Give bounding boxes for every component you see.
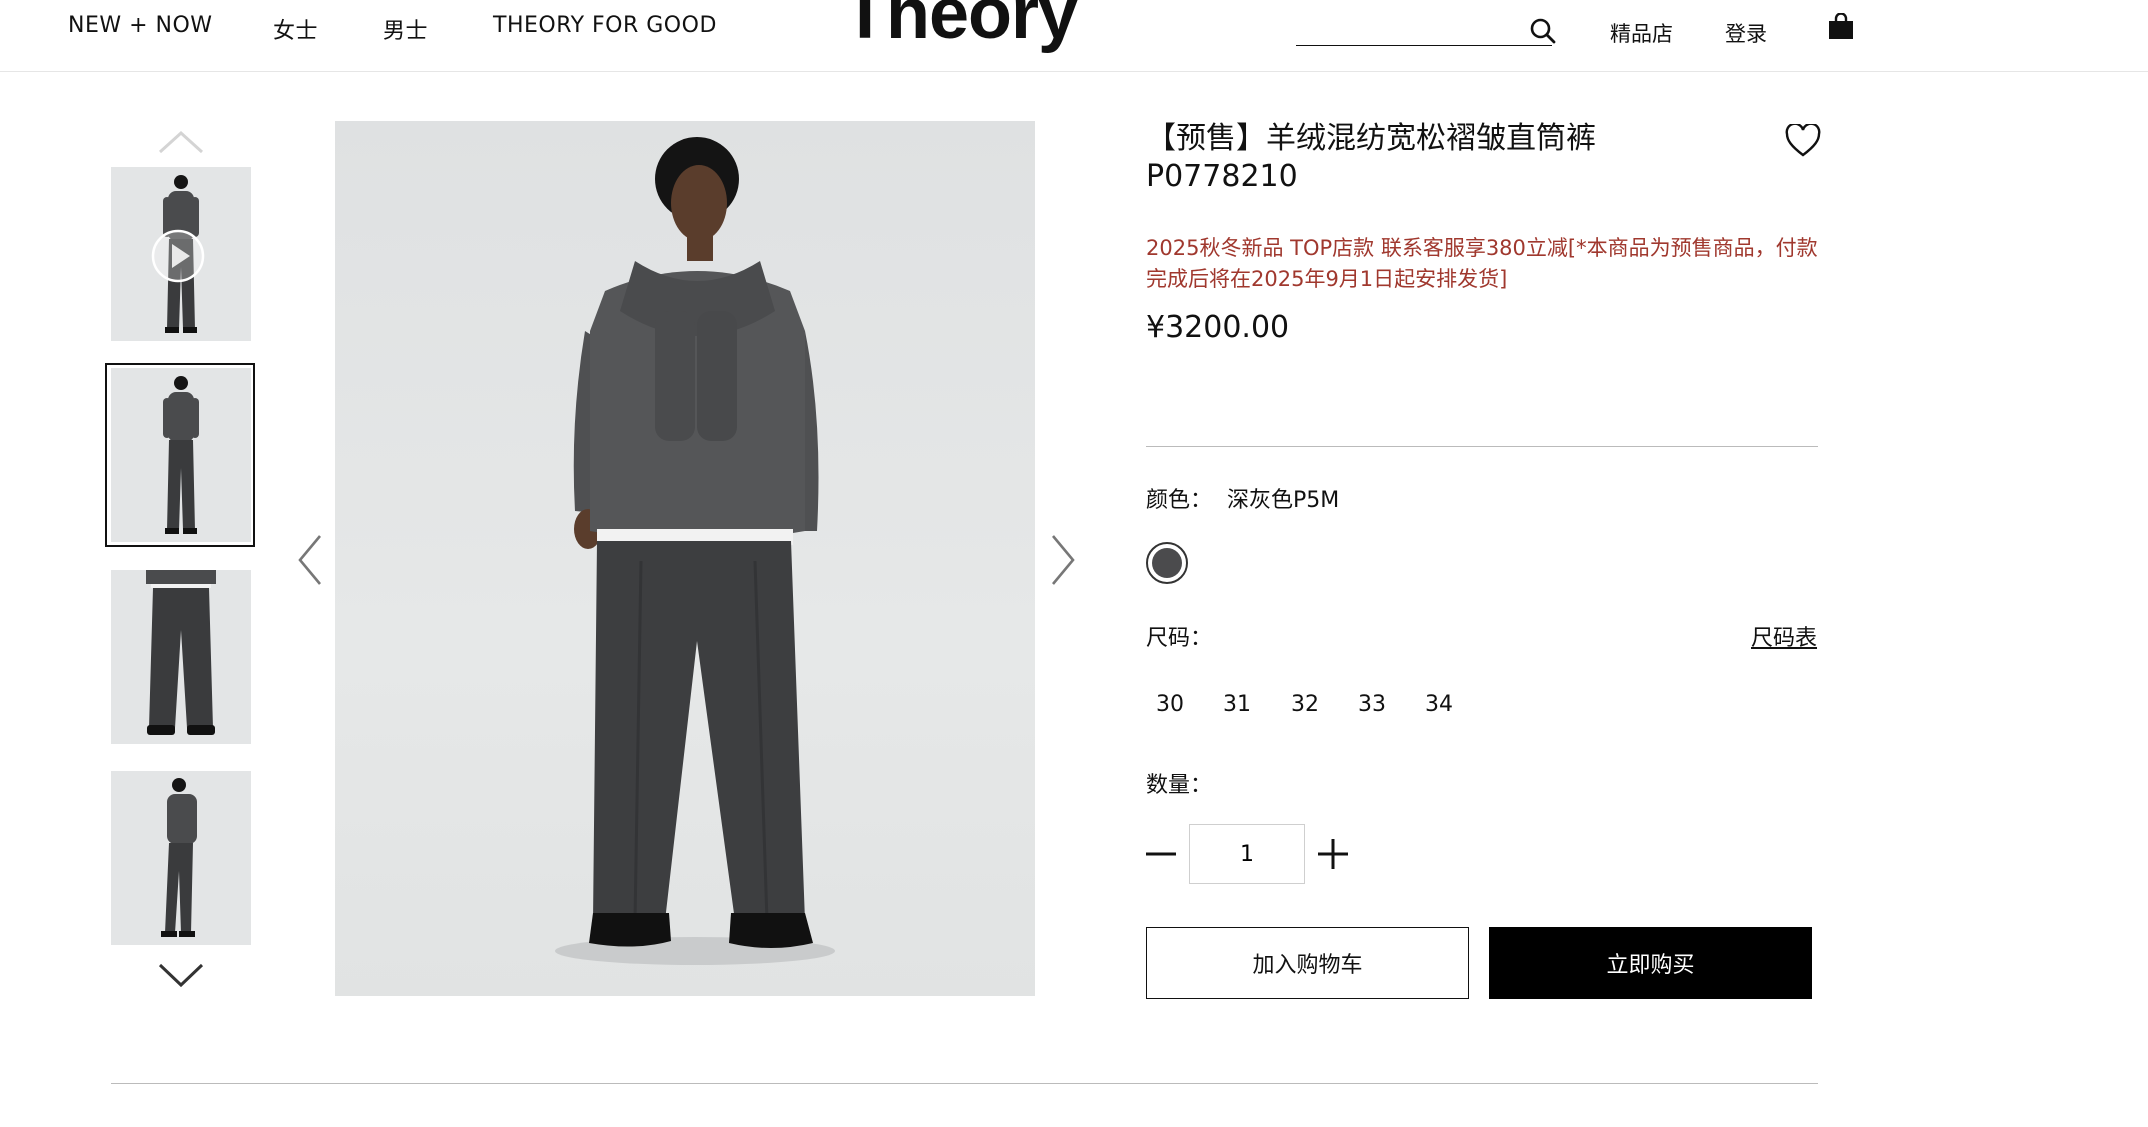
buy-now-button[interactable]: 立即购买 xyxy=(1489,927,1812,999)
trousers-detail-thumbnail xyxy=(146,570,216,735)
quantity-input[interactable] xyxy=(1189,824,1305,884)
shopping-bag-icon[interactable] xyxy=(1827,13,1855,41)
product-title: 【预售】羊绒混纺宽松褶皱直筒裤 xyxy=(1146,121,1596,156)
nav-men[interactable]: 男士 xyxy=(383,13,428,45)
quantity-decrease-icon[interactable] xyxy=(1143,836,1179,872)
divider xyxy=(1146,446,1818,447)
size-label: 尺码： xyxy=(1146,626,1213,651)
thumbnail-up-arrow-icon[interactable] xyxy=(157,126,205,156)
model-side-thumbnail xyxy=(161,778,197,937)
swatch-fill xyxy=(1152,548,1182,578)
size-option-33[interactable]: 33 xyxy=(1350,692,1394,717)
thumbnail-front[interactable] xyxy=(111,368,251,542)
size-option-34[interactable]: 34 xyxy=(1417,692,1461,717)
site-header: NEW + NOW 女士 男士 THEORY FOR GOOD Theory 精… xyxy=(0,0,2148,72)
play-video-icon[interactable] xyxy=(150,228,206,284)
quantity-label: 数量： xyxy=(1146,773,1213,798)
product-price: ¥3200.00 xyxy=(1146,310,1290,345)
section-divider xyxy=(111,1083,1818,1084)
model-full-figure xyxy=(555,137,835,965)
quantity-increase-icon[interactable] xyxy=(1315,836,1351,872)
promo-text: 2025秋冬新品 TOP店款 联系客服享380立减[*本商品为预售商品，付款完成… xyxy=(1146,236,1818,291)
color-value: 深灰色P5M xyxy=(1227,488,1340,513)
color-swatch-dark-grey[interactable] xyxy=(1146,542,1188,584)
main-product-image xyxy=(335,121,1035,996)
product-title-block: 【预售】羊绒混纺宽松褶皱直筒裤 P0778210 xyxy=(1146,120,1646,196)
nav-theory-for-good[interactable]: THEORY FOR GOOD xyxy=(493,13,717,38)
search-input[interactable] xyxy=(1296,14,1552,46)
stores-link[interactable]: 精品店 xyxy=(1610,18,1673,48)
login-link[interactable]: 登录 xyxy=(1725,18,1767,48)
brand-logo[interactable]: Theory xyxy=(843,0,1078,50)
add-to-cart-button[interactable]: 加入购物车 xyxy=(1146,927,1469,999)
nav-women[interactable]: 女士 xyxy=(273,13,318,45)
gallery-prev-arrow-icon[interactable] xyxy=(290,530,330,590)
search-icon[interactable] xyxy=(1529,17,1557,45)
color-label: 颜色： xyxy=(1146,488,1213,513)
wishlist-heart-icon[interactable] xyxy=(1785,124,1821,158)
thumbnail-down-arrow-icon[interactable] xyxy=(157,961,205,991)
gallery-next-arrow-icon[interactable] xyxy=(1043,530,1083,590)
size-option-32[interactable]: 32 xyxy=(1283,692,1327,717)
product-sku: P0778210 xyxy=(1146,159,1298,194)
model-front-thumbnail xyxy=(163,376,199,534)
size-chart-link[interactable]: 尺码表 xyxy=(1751,620,1817,652)
nav-new-now[interactable]: NEW + NOW xyxy=(68,13,213,38)
size-option-30[interactable]: 30 xyxy=(1148,692,1192,717)
thumbnail-trousers-detail[interactable] xyxy=(111,570,251,744)
thumbnail-side[interactable] xyxy=(111,771,251,945)
size-option-31[interactable]: 31 xyxy=(1215,692,1259,717)
